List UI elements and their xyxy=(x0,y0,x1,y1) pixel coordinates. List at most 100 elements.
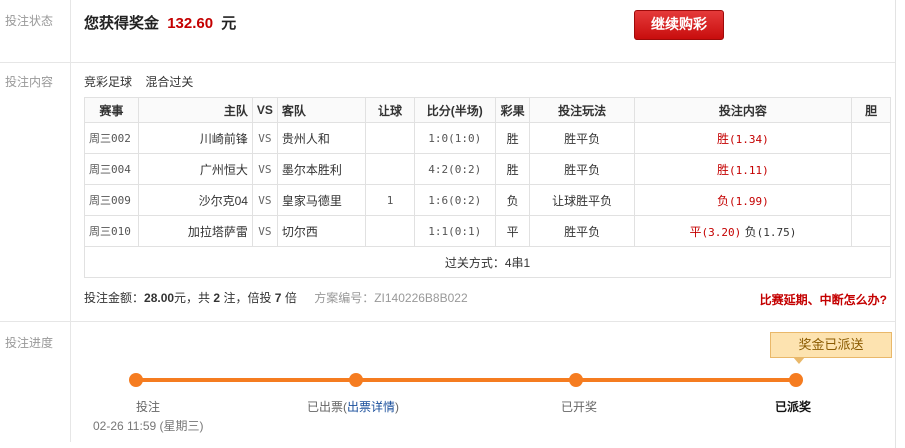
continue-buy-button[interactable]: 继续购彩 xyxy=(634,10,724,40)
cell-match-id: 周三010 xyxy=(84,215,139,247)
side-label-status: 投注状态 xyxy=(5,14,54,28)
delay-help-link[interactable]: 比赛延期、中断怎么办? xyxy=(760,291,887,308)
cell-away-team: 贵州人和 xyxy=(276,122,367,154)
scheme-id: ZI140226B8B022 xyxy=(374,291,468,305)
pick-odds: (1.11) xyxy=(729,163,769,177)
step-label-paid: 已派奖 xyxy=(775,400,812,414)
cell-picks: 负(1.99) xyxy=(633,184,853,216)
cell-score: 1:6(0:2) xyxy=(413,184,496,216)
pick: 平(3.20) xyxy=(689,225,741,239)
cell-away-team: 切尔西 xyxy=(276,215,367,247)
table-row: 周三009 沙尔克04 VS 皇家马德里 1 1:6(0:2) 负让球胜平负 负(1.99) xyxy=(84,184,891,216)
cell-result: 负 xyxy=(494,184,531,216)
col-header-banker: 胆 xyxy=(851,97,891,123)
pick-label: 胜 xyxy=(717,162,730,177)
cell-score: 1:1(0:1) xyxy=(413,215,496,247)
cell-banker xyxy=(851,184,891,216)
cell-handicap xyxy=(365,153,415,185)
step-dot-bet xyxy=(129,373,143,387)
cell-home-team: 加拉塔萨雷 xyxy=(137,215,253,247)
cell-result: 平 xyxy=(494,215,531,247)
col-header-home: 主队 xyxy=(137,97,253,123)
prize-prefix: 您获得奖金 xyxy=(84,15,160,32)
scheme-number: 方案编号：ZI140226B8B022 xyxy=(314,291,467,305)
table-row: 周三010 加拉塔萨雷 VS 切尔西 1:1(0:1) 平胜平负 平(3.20) 负(1.7… xyxy=(84,215,891,247)
pass-type: 混合过关 xyxy=(145,75,194,89)
step-ticket-suffix: ) xyxy=(395,400,400,414)
step-label-draw: 已开奖 xyxy=(561,400,598,414)
bet-progress-section: 投注进度 奖金已派送 投注 已出票(出票详情) 已开奖 已派奖 02-26 11… xyxy=(0,322,895,442)
cell-picks: 胜(1.34) xyxy=(633,122,853,154)
bet-status-section: 投注状态 您获得奖金 132.60 元 继续购彩 xyxy=(0,0,895,63)
bet-table: 赛事 主队 VS 客队 让球 比分(半场) 彩果 投注玩法 投注内容 胆 周三0… xyxy=(84,97,891,278)
step-label-bet: 投注 xyxy=(136,400,161,414)
cell-home-team: 广州恒大 xyxy=(137,153,253,185)
cell-vs: VS xyxy=(251,215,278,247)
amount-unit: 元，共 xyxy=(174,291,211,305)
divider xyxy=(70,322,71,442)
progress-track xyxy=(135,378,799,382)
pick: 负(1.75) xyxy=(745,225,797,239)
pick-label: 负 xyxy=(744,224,757,239)
col-header-picks: 投注内容 xyxy=(633,97,853,123)
table-row: 周三004 广州恒大 VS 墨尔本胜利 4:2(0:2) 胜胜平负 胜(1.11) xyxy=(84,153,891,185)
cell-handicap xyxy=(365,215,415,247)
right-border xyxy=(895,0,896,448)
step-dot-paid xyxy=(789,373,803,387)
cell-play-type: 胜平负 xyxy=(529,153,635,185)
pass-mode: 过关方式：4串1 xyxy=(84,246,891,278)
cell-home-team: 沙尔克04 xyxy=(137,184,253,216)
scheme-label: 方案编号： xyxy=(314,291,375,305)
pick: 胜(1.11) xyxy=(717,163,769,177)
col-header-score: 比分(半场) xyxy=(413,97,496,123)
pick-odds: (1.99) xyxy=(729,194,769,208)
table-header-row: 赛事 主队 VS 客队 让球 比分(半场) 彩果 投注玩法 投注内容 胆 xyxy=(84,97,891,123)
count-unit: 注，倍投 xyxy=(223,291,272,305)
cell-picks: 平(3.20) 负(1.75) xyxy=(633,215,853,247)
cell-match-id: 周三004 xyxy=(84,153,139,185)
cell-handicap: 1 xyxy=(365,184,415,216)
table-row: 周三002 川崎前锋 VS 贵州人和 1:0(1:0) 胜胜平负 胜(1.34) xyxy=(84,122,891,154)
col-header-vs: VS xyxy=(251,97,278,123)
pick-odds: (1.75) xyxy=(756,225,797,239)
cell-play-type: 胜平负 xyxy=(529,122,635,154)
pick-odds: (1.34) xyxy=(729,132,769,146)
cell-handicap xyxy=(365,122,415,154)
step-dot-draw xyxy=(569,373,583,387)
pick-label: 平 xyxy=(689,224,702,239)
cell-result: 胜 xyxy=(494,122,531,154)
pick: 负(1.99) xyxy=(717,194,769,208)
bet-time: 02-26 11:59 (星期三) xyxy=(93,419,204,433)
cell-play-type: 胜平负 xyxy=(529,215,635,247)
divider xyxy=(70,63,71,321)
cell-result: 胜 xyxy=(494,153,531,185)
pick-label: 胜 xyxy=(717,131,730,146)
ticket-detail-link[interactable]: 出票详情 xyxy=(347,400,395,414)
bet-content-section: 投注内容 竞彩足球 混合过关 赛事 主队 VS 客队 让球 比分(半场) 彩果 … xyxy=(0,63,895,322)
table-footer-row: 过关方式：4串1 xyxy=(84,246,891,278)
col-header-result: 彩果 xyxy=(494,97,531,123)
cell-home-team: 川崎前锋 xyxy=(137,122,253,154)
amount-label: 投注金额： xyxy=(84,291,145,305)
cell-play-type: 让球胜平负 xyxy=(529,184,635,216)
cell-away-team: 墨尔本胜利 xyxy=(276,153,367,185)
cell-banker xyxy=(851,122,891,154)
bet-summary: 投注金额：28.00元，共 2 注，倍投 7 倍 方案编号：ZI140226B8… xyxy=(84,289,468,306)
col-header-play: 投注玩法 xyxy=(529,97,635,123)
col-header-match: 赛事 xyxy=(84,97,139,123)
bet-amount: 28.00 xyxy=(144,291,175,305)
play-type: 竞彩足球 混合过关 xyxy=(84,73,203,90)
game-type: 竞彩足球 xyxy=(84,75,133,89)
col-header-handicap: 让球 xyxy=(365,97,415,123)
side-label-content: 投注内容 xyxy=(5,75,54,89)
cell-vs: VS xyxy=(251,184,278,216)
cell-score: 1:0(1:0) xyxy=(413,122,496,154)
bet-multiple: 7 xyxy=(274,291,282,305)
pick-odds: (3.20) xyxy=(701,225,742,239)
side-label-progress: 投注进度 xyxy=(5,336,54,350)
prize-line: 您获得奖金 132.60 元 xyxy=(84,12,236,33)
prize-amount: 132.60 xyxy=(167,15,214,32)
cell-banker xyxy=(851,153,891,185)
prize-sent-tip: 奖金已派送 xyxy=(770,332,892,364)
multiple-unit: 倍 xyxy=(284,291,297,305)
